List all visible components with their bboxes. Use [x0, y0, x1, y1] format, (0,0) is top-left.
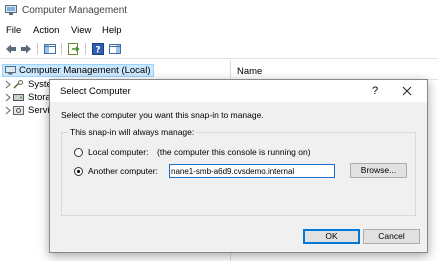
chevron-right-icon[interactable] [4, 93, 12, 102]
forward-arrow-icon[interactable] [19, 42, 33, 56]
window-title: Computer Management [22, 5, 128, 16]
local-computer-radio[interactable] [74, 148, 83, 157]
menu-file[interactable]: File [6, 25, 21, 36]
export-list-icon[interactable] [67, 42, 81, 56]
another-computer-radio[interactable] [74, 167, 83, 176]
help-button[interactable]: ? [368, 84, 382, 98]
local-computer-note: (the computer this console is running on… [157, 147, 311, 157]
svg-text:?: ? [95, 46, 100, 56]
show-hide-action-pane-icon[interactable] [108, 42, 122, 56]
chevron-right-icon[interactable] [4, 80, 12, 89]
another-computer-label[interactable]: Another computer: [88, 166, 158, 176]
tree-item-label: Servi [28, 105, 50, 116]
cancel-button[interactable]: Cancel [363, 229, 420, 244]
menu-action[interactable]: Action [33, 25, 59, 36]
storage-icon [13, 94, 24, 101]
menu-help[interactable]: Help [102, 25, 122, 36]
list-header: Name [231, 62, 438, 80]
toolbar-separator [85, 43, 86, 55]
browse-button[interactable]: Browse... [350, 163, 407, 178]
toolbar: ? [0, 40, 438, 59]
tree-root-computer-management[interactable]: Computer Management (Local) [2, 64, 155, 77]
services-icon [13, 106, 24, 115]
computer-management-icon [5, 5, 17, 15]
show-hide-console-tree-icon[interactable] [43, 42, 57, 56]
tree-root-label: Computer Management (Local) [19, 65, 151, 76]
select-computer-dialog: Select Computer ? Select the computer yo… [49, 79, 428, 253]
back-arrow-icon[interactable] [4, 42, 18, 56]
tools-icon [13, 80, 23, 89]
menu-bar: File Action View Help [0, 25, 438, 39]
help-icon[interactable]: ? [91, 42, 105, 56]
toolbar-separator [37, 43, 38, 55]
tree-item-label: Stora [28, 92, 51, 103]
dialog-title: Select Computer [60, 86, 131, 97]
close-icon[interactable] [400, 84, 414, 98]
dialog-titlebar: Select Computer ? [50, 80, 427, 102]
toolbar-separator [61, 43, 62, 55]
local-computer-label[interactable]: Local computer: [88, 147, 148, 157]
computer-name-input[interactable] [169, 164, 335, 178]
window-titlebar: Computer Management [0, 0, 438, 22]
chevron-right-icon[interactable] [4, 106, 12, 115]
menu-view[interactable]: View [71, 25, 91, 36]
ok-button[interactable]: OK [303, 229, 360, 244]
column-header-name[interactable]: Name [237, 66, 262, 77]
dialog-instruction: Select the computer you want this snap-i… [61, 110, 264, 120]
group-label: This snap-in will always manage: [68, 127, 197, 137]
computer-management-icon [5, 66, 16, 75]
